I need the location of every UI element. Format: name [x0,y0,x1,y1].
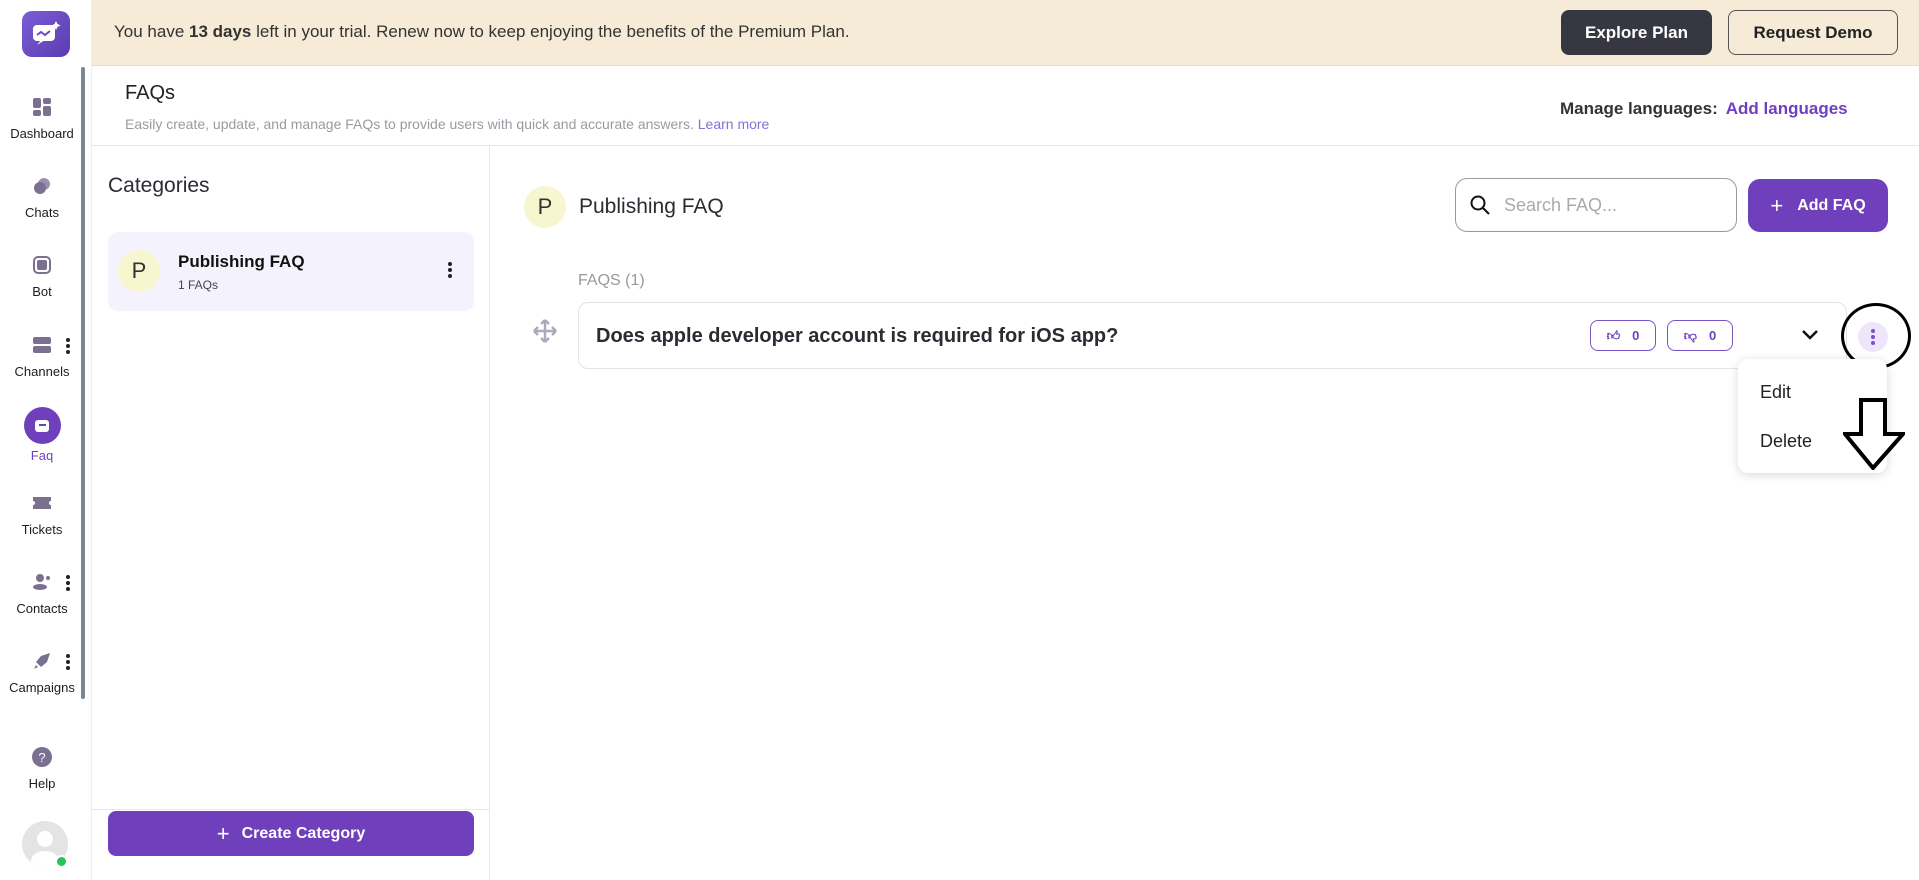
sidebar-label: Faq [30,448,54,463]
faq-question: Does apple developer account is required… [596,325,1119,347]
faq-icon [23,407,61,444]
sidebar-label: Contacts [16,601,68,616]
faqs-count-label: FAQS (1) [578,272,645,289]
tickets-icon [31,492,53,514]
sidebar-label: Campaigns [9,680,75,695]
add-faq-button[interactable]: + Add FAQ [1748,179,1888,232]
page-title: FAQs [125,82,176,104]
category-name: Publishing FAQ [178,252,305,271]
thumbs-up-icon: 👍︎ [1606,327,1621,343]
sidebar-label: Tickets [21,522,63,537]
contacts-more-icon[interactable] [66,573,72,593]
sidebar-item-contacts[interactable]: Contacts [0,571,84,616]
help-icon: ? [31,746,53,768]
chats-icon [31,175,53,197]
sidebar-label: Help [28,776,56,791]
sidebar-item-tickets[interactable]: Tickets [0,492,84,537]
categories-title: Categories [108,174,210,197]
chevron-down-icon[interactable] [1802,324,1818,345]
annotation-arrow-down-icon [1840,398,1908,475]
search-placeholder: Search FAQ... [1504,194,1618,215]
divider [92,809,490,810]
add-languages-link[interactable]: Add languages [1726,99,1848,118]
sidebar-item-chats[interactable]: Chats [0,175,84,220]
page-subtitle: Easily create, update, and manage FAQs t… [125,116,770,132]
sidebar-label: Dashboard [10,126,74,141]
category-more-icon[interactable] [448,260,452,280]
category-avatar: P [524,186,566,228]
bot-icon [31,254,53,276]
menu-item-edit[interactable]: Edit [1760,382,1791,403]
create-category-button[interactable]: + Create Category [108,811,474,856]
category-item[interactable]: P Publishing FAQ 1 FAQs [108,232,474,311]
app-logo[interactable] [22,11,70,57]
campaigns-more-icon[interactable] [66,652,72,672]
channels-icon [31,334,53,356]
dashboard-icon [31,96,53,118]
categories-panel: Categories P Publishing FAQ 1 FAQs + Crea… [92,146,490,880]
sidebar-item-help[interactable]: ? Help [0,746,84,791]
drag-handle-icon[interactable] [532,318,558,349]
faq-panel: P Publishing FAQ Search FAQ... + Add FAQ … [490,146,1919,880]
like-button[interactable]: 👍︎ 0 [1590,320,1656,351]
trial-banner: You have 13 days left in your trial. Ren… [92,0,1919,66]
svg-text:?: ? [38,750,45,765]
sidebar-label: Channels [14,364,70,379]
menu-item-delete[interactable]: Delete [1760,431,1812,452]
sidebar-item-faq[interactable]: Faq [0,407,84,463]
request-demo-button[interactable]: Request Demo [1728,10,1898,55]
sidebar-item-bot[interactable]: Bot [0,254,84,299]
manage-languages: Manage languages: Add languages [1560,99,1848,118]
category-title: Publishing FAQ [579,195,724,218]
sidebar-label: Chats [25,205,59,220]
plus-icon: + [1770,192,1784,218]
dislike-button[interactable]: 👎︎ 0 [1667,320,1733,351]
thumbs-down-icon: 👎︎ [1683,327,1697,343]
campaigns-icon [31,650,53,672]
trial-message: You have 13 days left in your trial. Ren… [114,22,850,41]
trial-days: 13 days [189,22,252,41]
sidebar: Dashboard Chats Bot Channels Faq Tickets… [0,0,92,880]
category-avatar: P [118,250,160,292]
plus-icon: + [216,820,230,846]
online-status-icon [55,855,68,868]
sidebar-item-campaigns[interactable]: Campaigns [0,650,84,695]
sidebar-label: Bot [32,284,52,299]
learn-more-link[interactable]: Learn more [698,116,770,132]
category-count: 1 FAQs [178,278,219,292]
page-header: FAQs Easily create, update, and manage F… [92,66,1919,146]
search-icon [1470,195,1490,215]
contacts-icon [31,571,53,593]
search-faq-input[interactable]: Search FAQ... [1455,178,1737,232]
channels-more-icon[interactable] [66,336,72,356]
explore-plan-button[interactable]: Explore Plan [1561,10,1712,55]
sidebar-item-dashboard[interactable]: Dashboard [0,96,84,141]
sidebar-item-channels[interactable]: Channels [0,334,84,379]
